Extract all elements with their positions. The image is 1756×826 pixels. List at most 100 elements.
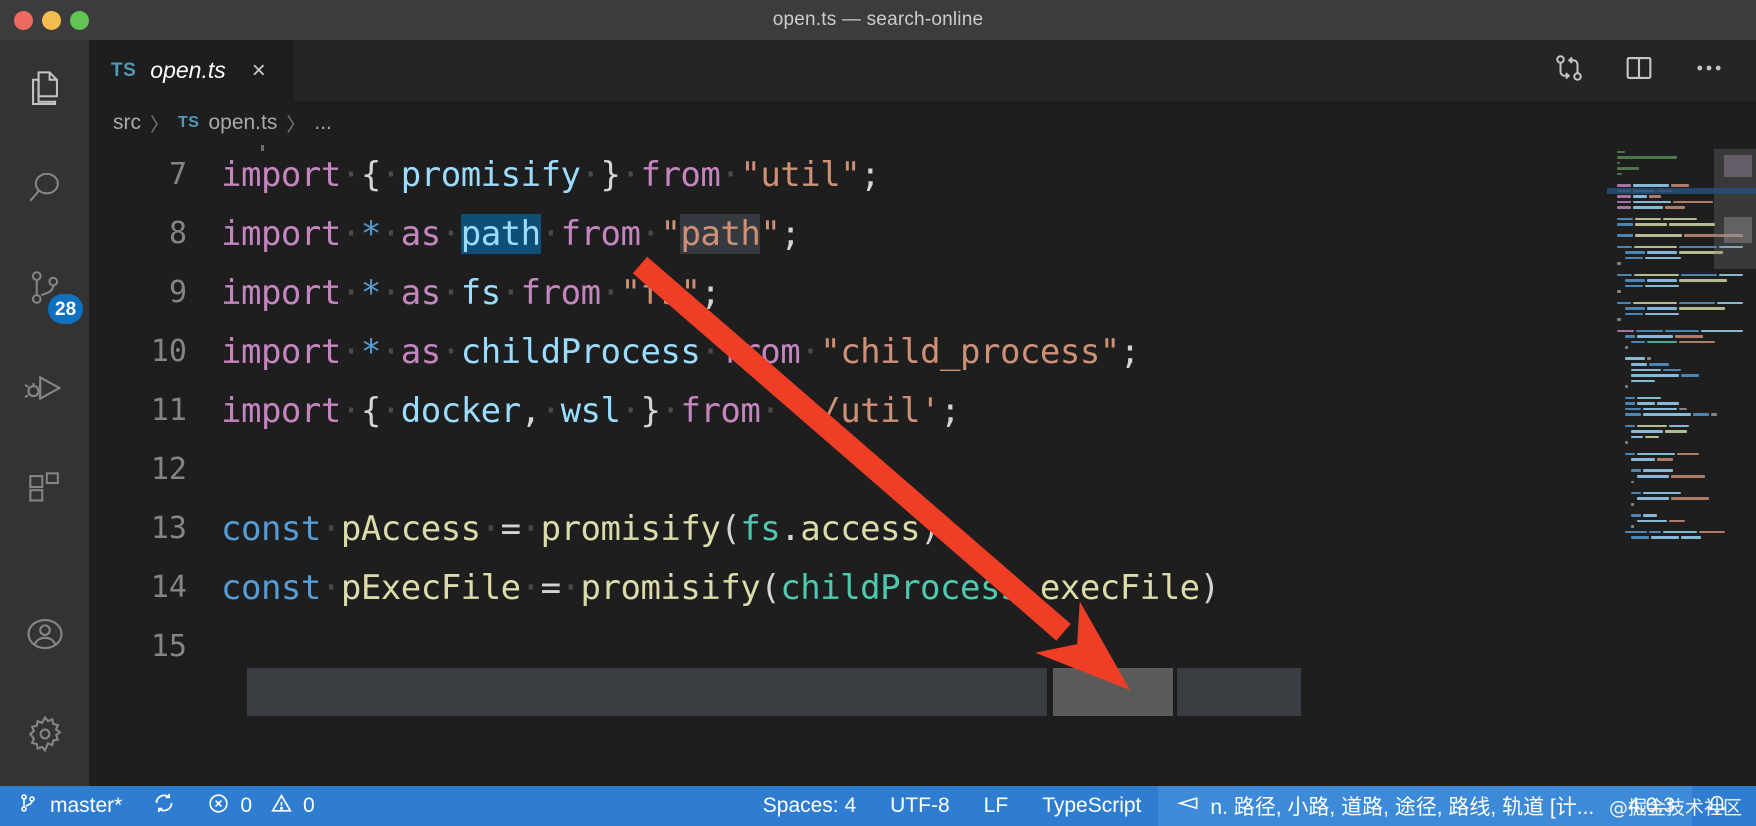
sidebar-item-search[interactable]	[0, 140, 89, 240]
minimap-token	[1647, 307, 1677, 310]
selection-band-highlight	[1053, 668, 1173, 716]
status-dictionary[interactable]: n. 路径, 小路, 道路, 途径, 路线, 轨道 [计...	[1158, 786, 1612, 826]
minimap-token	[1647, 340, 1677, 344]
compare-changes-icon[interactable]	[1552, 51, 1586, 90]
minimap-token	[1657, 402, 1679, 405]
minimap-token	[1617, 234, 1633, 237]
status-eol[interactable]: LF	[967, 786, 1026, 826]
code-line[interactable]: 10 import·*·as·childProcess·from·"child_…	[89, 322, 1607, 381]
minimap-token	[1637, 335, 1673, 338]
activity-bar[interactable]: 28	[0, 40, 89, 786]
minimap-thumb-lower[interactable]	[1724, 217, 1752, 243]
minimap-token	[1617, 172, 1622, 176]
minimap-token	[1625, 251, 1645, 254]
line-number: 13	[150, 511, 187, 546]
minimap-token	[1625, 441, 1628, 444]
minimap-token	[1637, 519, 1667, 523]
minimap-token	[1625, 424, 1635, 428]
line-content: import·*·as·path·from·"path";	[221, 213, 801, 254]
code-line[interactable]: 9 import·*·as·fs·from·"fs";	[89, 263, 1607, 322]
branch-name: master*	[50, 794, 123, 817]
minimap-token	[1647, 357, 1651, 361]
minimap-token	[1681, 374, 1699, 377]
minimap-token	[1649, 530, 1661, 534]
breadcrumb[interactable]: src 〉 TS open.ts 〉 ...	[89, 101, 1756, 145]
code-line[interactable]: 12	[89, 440, 1607, 499]
code-line[interactable]: 7 import·{·promisify·}·from·"util";	[89, 145, 1607, 204]
minimap-token	[1637, 452, 1675, 456]
status-sync[interactable]	[139, 786, 189, 826]
minimap-token	[1663, 530, 1697, 534]
minimap-token	[1631, 363, 1647, 366]
breadcrumb-src[interactable]: src	[113, 111, 141, 135]
minimap-token	[1617, 200, 1631, 204]
minimap-thumb-upper[interactable]	[1724, 155, 1752, 177]
breadcrumb-symbols[interactable]: ...	[314, 111, 332, 135]
minimap-token	[1631, 502, 1634, 506]
ellipsis-icon[interactable]	[1692, 51, 1726, 90]
minimap-token	[1625, 357, 1645, 361]
status-language[interactable]: TypeScript	[1025, 786, 1158, 826]
minimap-token	[1632, 301, 1678, 305]
extensions-icon	[23, 466, 67, 515]
close-icon[interactable]: ×	[252, 58, 266, 83]
status-branch[interactable]: master*	[0, 786, 139, 826]
split-editor-icon[interactable]	[1622, 51, 1656, 90]
minimap-token	[1625, 312, 1643, 316]
code-lines[interactable]: 7 import·{·promisify·}·from·"util"; 8 im…	[89, 145, 1607, 786]
line-content: import·*·as·fs·from·"fs";	[221, 272, 721, 313]
minimap-token	[1643, 469, 1673, 472]
line-content: import·{·docker,·wsl·}·from·'./util';	[221, 390, 961, 431]
minimap-token	[1633, 195, 1647, 198]
status-version[interactable]: 4.0.3	[1611, 786, 1692, 826]
code-line[interactable]: 8 import·*·as·path·from·"path";	[89, 204, 1607, 263]
tab-label: open.ts	[150, 57, 226, 83]
minimap-token	[1663, 217, 1697, 221]
sidebar-item-extensions[interactable]	[0, 440, 89, 540]
minimap-token	[1637, 497, 1669, 500]
sidebar-item-run-and-debug[interactable]	[0, 340, 89, 440]
status-indentation[interactable]: Spaces: 4	[746, 786, 873, 826]
typescript-file-icon: TS	[111, 59, 137, 81]
minimap-token	[1669, 223, 1715, 226]
sidebar-item-settings[interactable]	[0, 686, 89, 786]
minimap-token	[1617, 329, 1635, 333]
minimap-token	[1634, 245, 1678, 249]
status-notifications[interactable]	[1692, 786, 1756, 826]
code-line[interactable]: 13 const·pAccess·=·promisify(fs.access);	[89, 499, 1607, 558]
minimap-token	[1675, 335, 1703, 338]
minimap-token	[1681, 536, 1701, 540]
sidebar-item-accounts[interactable]	[0, 586, 89, 686]
minimap-token	[1625, 335, 1635, 338]
breadcrumb-file[interactable]: open.ts	[208, 111, 277, 135]
minimap-token	[1617, 150, 1625, 154]
line-content: import·{·promisify·}·from·"util";	[221, 145, 1607, 195]
minimap-token	[1643, 407, 1677, 411]
status-bar-right: Spaces: 4 UTF-8 LF TypeScript n. 路径, 小路,…	[746, 786, 1756, 826]
source-control-badge: 28	[48, 294, 84, 324]
minimap-token	[1617, 301, 1631, 305]
vscode-window: open.ts — search-online 28 TS open.ts × …	[0, 0, 1756, 826]
code-line[interactable]: 11 import·{·docker,·wsl·}·from·'./util';	[89, 381, 1607, 440]
minimap-token	[1633, 184, 1669, 187]
code-editor[interactable]: 7 import·{·promisify·}·from·"util"; 8 im…	[89, 145, 1756, 786]
tab-open-ts[interactable]: TS open.ts ×	[89, 40, 295, 101]
sidebar-item-explorer[interactable]	[0, 40, 89, 140]
line-number: 10	[150, 334, 187, 369]
status-encoding[interactable]: UTF-8	[873, 786, 967, 826]
sidebar-item-source-control[interactable]: 28	[0, 240, 89, 340]
editor-actions[interactable]	[1552, 40, 1756, 101]
minimap-token	[1637, 396, 1661, 400]
version-text: 4.0.3	[1628, 794, 1675, 817]
minimap-token	[1617, 167, 1639, 170]
minimap-token	[1617, 245, 1632, 249]
status-problems[interactable]: 0 0	[189, 786, 331, 826]
minimap[interactable]	[1607, 145, 1756, 786]
minimap-token	[1636, 329, 1663, 333]
code-line[interactable]: 14 const·pExecFile·=·promisify(childProc…	[89, 558, 1607, 617]
minimap-token	[1631, 374, 1679, 377]
minimap-token	[1671, 184, 1689, 187]
line-number: 7	[168, 157, 187, 192]
minimap-token	[1625, 385, 1628, 389]
minimap-token	[1681, 273, 1718, 277]
